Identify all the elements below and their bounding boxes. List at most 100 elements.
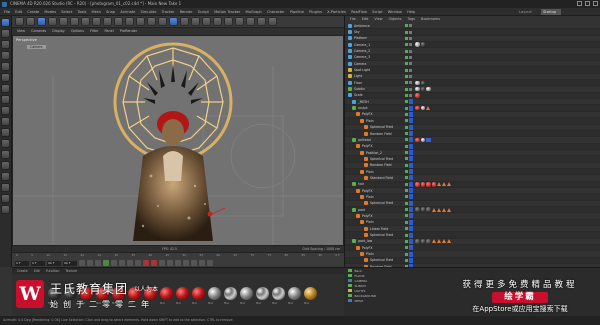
material-tag-icon[interactable]: [426, 207, 431, 212]
material-tag-icon[interactable]: [447, 182, 451, 187]
material-swatch[interactable]: [288, 287, 301, 300]
z-axis-icon[interactable]: [114, 17, 123, 26]
polygons-mode-icon[interactable]: [1, 84, 10, 93]
maximize-button[interactable]: [585, 1, 590, 6]
material-tag-icon[interactable]: [415, 239, 420, 244]
cube-icon[interactable]: [169, 17, 178, 26]
material-swatch[interactable]: [208, 287, 221, 300]
material-menu-edit[interactable]: Edit: [34, 269, 40, 273]
keyframe-selection-icon[interactable]: [159, 260, 165, 266]
layout-dropdown[interactable]: Startup: [541, 9, 561, 15]
x-axis-icon[interactable]: [92, 17, 101, 26]
menu-window[interactable]: Window: [388, 10, 402, 14]
visibility-toggle[interactable]: [405, 74, 412, 78]
material-swatch[interactable]: [256, 287, 269, 300]
material-swatch[interactable]: [240, 287, 253, 300]
menu-snap[interactable]: Snap: [106, 10, 115, 14]
layer-color-chip[interactable]: [409, 251, 413, 257]
material-swatch[interactable]: [224, 287, 237, 300]
floor-icon[interactable]: [235, 17, 244, 26]
menu-plugins[interactable]: Plugins: [309, 10, 322, 14]
parameter-key-icon[interactable]: [191, 260, 197, 266]
material-menu-function[interactable]: Function: [46, 269, 60, 273]
viewport-solo-icon[interactable]: [1, 161, 10, 170]
visibility-toggle[interactable]: [405, 43, 412, 47]
material-tag-icon[interactable]: [420, 80, 425, 86]
material-tag-icon[interactable]: [415, 137, 420, 143]
menu-help[interactable]: Help: [407, 10, 415, 14]
material-menu-create[interactable]: Create: [17, 269, 28, 273]
menu-modes[interactable]: Modes: [44, 10, 56, 14]
smooth-icon[interactable]: [1, 194, 10, 203]
go-to-end-icon[interactable]: [127, 260, 133, 266]
material-swatch[interactable]: [272, 287, 285, 300]
layer-color-chip[interactable]: [409, 137, 413, 143]
scale-key-icon[interactable]: [175, 260, 181, 266]
menu-mesh[interactable]: Mesh: [92, 10, 101, 14]
rotate-icon[interactable]: [70, 17, 79, 26]
material-tag-icon[interactable]: [415, 105, 420, 111]
deformer-icon[interactable]: [224, 17, 233, 26]
end-frame-field[interactable]: 90 F: [47, 260, 61, 266]
lock-workplane-icon[interactable]: [1, 128, 10, 137]
layer-color-chip[interactable]: [409, 194, 413, 200]
layer-color-chip[interactable]: [409, 232, 413, 238]
material-tag-icon[interactable]: [415, 86, 420, 92]
layer-color-chip[interactable]: [409, 245, 413, 251]
edges-mode-icon[interactable]: [1, 73, 10, 82]
viewport-menu-display[interactable]: Display: [52, 29, 65, 33]
preview-end-field[interactable]: 90 F: [63, 260, 77, 266]
menu-render[interactable]: Render: [180, 10, 193, 14]
material-tag-icon[interactable]: [426, 239, 431, 244]
material-tag-icon[interactable]: [426, 106, 430, 111]
layer-color-chip[interactable]: [409, 213, 413, 219]
material-tag-icon[interactable]: [446, 207, 451, 212]
material-tag-icon[interactable]: [415, 207, 420, 212]
visibility-toggle[interactable]: [405, 62, 412, 66]
menu-motion-tracker[interactable]: Motion Tracker: [214, 10, 240, 14]
material-tag-icon[interactable]: [415, 182, 420, 187]
material-tag-icon[interactable]: [420, 137, 425, 143]
visibility-toggle[interactable]: [405, 87, 412, 91]
scale-icon[interactable]: [59, 17, 68, 26]
material-tag-icon[interactable]: [420, 239, 425, 244]
camera-icon[interactable]: [246, 17, 255, 26]
next-frame-icon[interactable]: [111, 260, 117, 266]
material-tag-icon[interactable]: [431, 239, 436, 244]
layer-color-chip[interactable]: [409, 219, 413, 225]
om-menu-bookmarks[interactable]: Bookmarks: [421, 17, 440, 21]
viewport-menu-cameras[interactable]: Cameras: [31, 29, 46, 33]
layer-color-chip[interactable]: [409, 200, 413, 206]
visibility-toggle[interactable]: [405, 93, 412, 97]
layer-color-chip[interactable]: [409, 238, 413, 244]
minimize-button[interactable]: [577, 1, 582, 6]
layer-color-chip[interactable]: [409, 150, 413, 156]
material-tag-icon[interactable]: [415, 80, 420, 86]
coordinate-system-icon[interactable]: [125, 17, 134, 26]
layer-color-chip[interactable]: [409, 175, 413, 181]
previous-frame-icon[interactable]: [95, 260, 101, 266]
interpolation-icon[interactable]: [207, 260, 213, 266]
menu-mograph[interactable]: MoGraph: [246, 10, 262, 14]
grab-icon[interactable]: [1, 183, 10, 192]
layer-color-chip[interactable]: [409, 226, 413, 232]
visibility-toggle[interactable]: [405, 36, 412, 40]
layer-color-chip[interactable]: [409, 143, 413, 149]
menu-script[interactable]: Script: [372, 10, 382, 14]
viewport-menu-panel[interactable]: Panel: [105, 29, 114, 33]
material-tag-icon[interactable]: [436, 207, 441, 212]
menu-sculpt[interactable]: Sculpt: [198, 10, 209, 14]
snap-icon[interactable]: [1, 117, 10, 126]
timeline-ruler[interactable]: 0 5 10 15 20 25 30 35 40 45 50 55 60 65 …: [12, 253, 344, 258]
layer-color-chip[interactable]: [409, 105, 413, 111]
layer-color-chip[interactable]: [409, 131, 413, 137]
viewport-menu-prorender[interactable]: ProRender: [120, 29, 137, 33]
material-tag-icon[interactable]: [436, 239, 441, 244]
material-menu-texture[interactable]: Texture: [65, 269, 77, 273]
menu-tracker[interactable]: Tracker: [162, 10, 175, 14]
visibility-toggle[interactable]: [405, 24, 412, 28]
menu-simulate[interactable]: Simulate: [141, 10, 157, 14]
undo-icon[interactable]: [15, 17, 24, 26]
layer-color-chip[interactable]: [409, 99, 413, 105]
material-tag-icon[interactable]: [442, 182, 446, 187]
